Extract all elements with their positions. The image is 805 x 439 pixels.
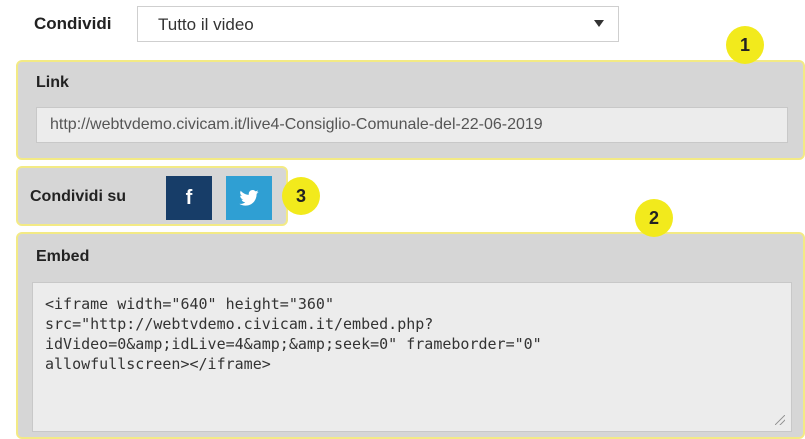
share-scope-value: Tutto il video xyxy=(158,15,254,34)
social-share-panel: Condividi su f xyxy=(16,166,288,226)
facebook-icon: f xyxy=(185,187,193,209)
callout-badge-3: 3 xyxy=(282,177,320,215)
resize-handle-icon[interactable] xyxy=(775,415,785,425)
facebook-share-button[interactable]: f xyxy=(166,176,212,220)
twitter-share-button[interactable] xyxy=(226,176,272,220)
embed-panel-title: Embed xyxy=(36,248,90,265)
link-panel: Link http://webtvdemo.civicam.it/live4-C… xyxy=(16,60,805,160)
twitter-icon xyxy=(239,190,259,206)
share-scope-select[interactable]: Tutto il video xyxy=(137,6,619,42)
embed-code-textarea[interactable]: <iframe width="640" height="360" src="ht… xyxy=(32,282,792,432)
callout-badge-1: 1 xyxy=(726,26,764,64)
callout-badge-2: 2 xyxy=(635,199,673,237)
embed-panel: Embed <iframe width="640" height="360" s… xyxy=(16,232,805,439)
link-panel-title: Link xyxy=(36,74,69,91)
social-share-label: Condividi su xyxy=(30,188,126,205)
dropdown-arrow-icon xyxy=(594,20,604,27)
link-url-field[interactable]: http://webtvdemo.civicam.it/live4-Consig… xyxy=(36,107,788,143)
share-label: Condividi xyxy=(34,14,112,33)
